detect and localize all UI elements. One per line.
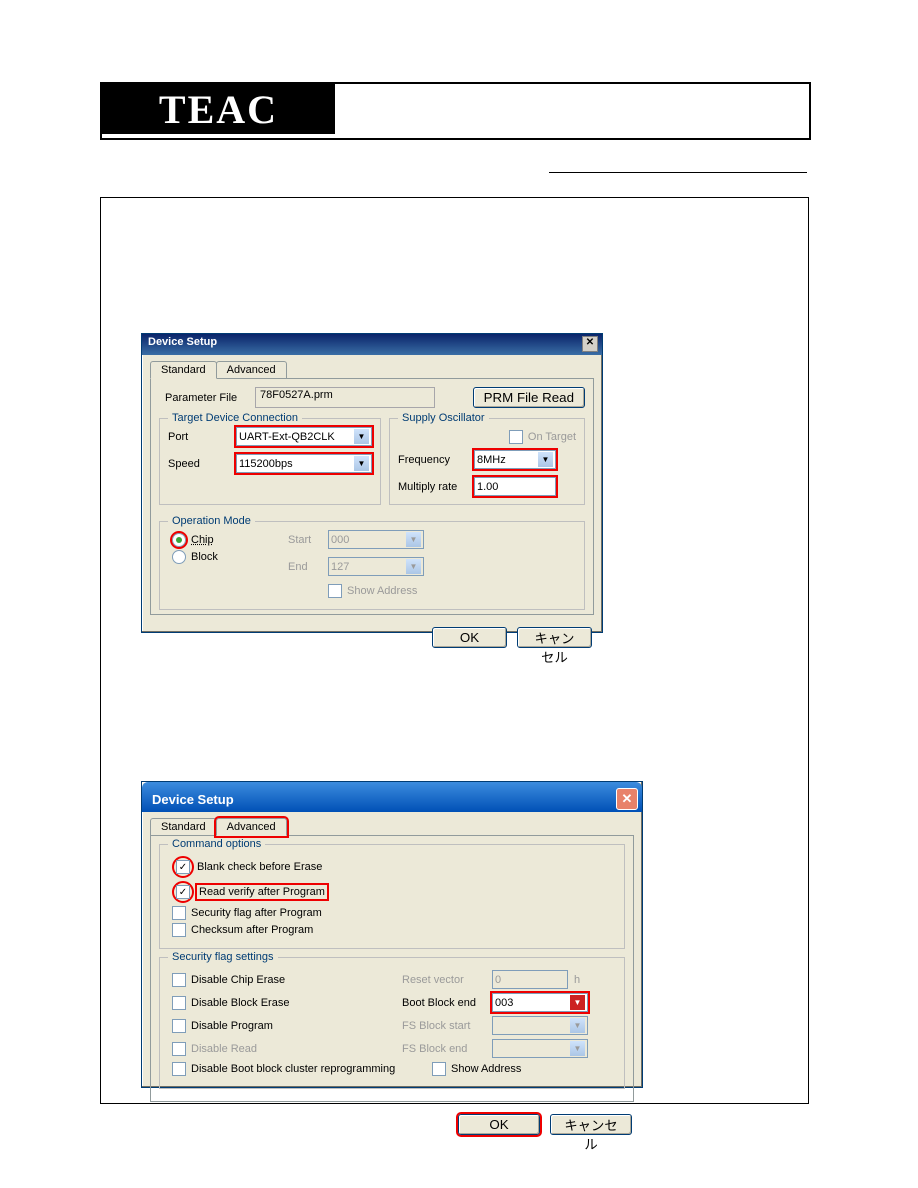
start-select: 000 ▼ <box>328 530 424 549</box>
chevron-down-icon: ▼ <box>406 532 421 547</box>
end-label: End <box>288 561 328 573</box>
port-select[interactable]: UART-Ext-QB2CLK ▼ <box>236 427 372 446</box>
show-address-checkbox <box>328 584 342 598</box>
port-value: UART-Ext-QB2CLK <box>239 431 335 443</box>
start-value: 000 <box>331 534 349 546</box>
frequency-value: 8MHz <box>477 454 506 466</box>
tab-advanced[interactable]: Advanced <box>216 361 287 378</box>
disable-boot-block-label: Disable Boot block cluster reprogramming <box>191 1063 395 1075</box>
chevron-down-icon: ▼ <box>406 559 421 574</box>
chevron-down-icon: ▼ <box>538 452 553 467</box>
tabstrip: Standard Advanced <box>150 818 642 835</box>
boot-block-end-label: Boot Block end <box>402 997 492 1009</box>
dialog-titlebar[interactable]: Device Setup ✕ <box>142 334 602 355</box>
block-label: Block <box>191 551 218 563</box>
page-header: TEAC <box>100 82 811 140</box>
end-select: 127 ▼ <box>328 557 424 576</box>
cancel-button[interactable]: キャンセル <box>517 627 592 648</box>
dialog-title: Device Setup <box>148 336 217 355</box>
ok-button[interactable]: OK <box>458 1114 540 1135</box>
reset-vector-label: Reset vector <box>402 974 492 986</box>
parameter-file-label: Parameter File <box>159 392 255 404</box>
blank-check-label: Blank check before Erase <box>197 861 322 873</box>
parameter-file-value: 78F0527A.prm <box>255 387 435 408</box>
disable-read-label: Disable Read <box>191 1043 257 1055</box>
target-device-group-title: Target Device Connection <box>168 412 302 424</box>
teac-logo: TEAC <box>102 84 335 134</box>
tab-advanced[interactable]: Advanced <box>216 818 287 836</box>
start-label: Start <box>288 534 328 546</box>
ok-button[interactable]: OK <box>432 627 507 648</box>
block-radio[interactable] <box>172 550 186 564</box>
operation-mode-group-title: Operation Mode <box>168 515 255 527</box>
cancel-button[interactable]: キャンセル <box>550 1114 632 1135</box>
close-icon[interactable]: ✕ <box>582 336 598 352</box>
tab-page: Parameter File 78F0527A.prm PRM File Rea… <box>150 378 594 615</box>
multiply-label: Multiply rate <box>398 481 474 493</box>
disable-block-erase-checkbox[interactable] <box>172 996 186 1010</box>
chevron-down-icon: ▼ <box>354 429 369 444</box>
tabstrip: Standard Advanced <box>150 361 602 378</box>
boot-block-end-select[interactable]: 003 ▼ <box>492 993 588 1012</box>
speed-value: 115200bps <box>239 458 293 470</box>
disable-boot-block-checkbox[interactable] <box>172 1062 186 1076</box>
security-flag-checkbox[interactable] <box>172 906 186 920</box>
fs-block-end-select: ▼ <box>492 1039 588 1058</box>
device-setup-dialog-advanced: Device Setup ✕ Standard Advanced Command… <box>141 781 643 1088</box>
multiply-rate-input[interactable]: 1.00 <box>474 477 556 496</box>
on-target-label: On Target <box>528 431 576 443</box>
checksum-checkbox[interactable] <box>172 923 186 937</box>
header-underline <box>549 172 807 173</box>
speed-label: Speed <box>168 458 236 470</box>
frequency-select[interactable]: 8MHz ▼ <box>474 450 556 469</box>
chip-label: Chip <box>191 534 214 546</box>
reset-vector-h: h <box>574 974 580 986</box>
reset-vector-input: 0 <box>492 970 568 989</box>
chevron-down-icon: ▼ <box>354 456 369 471</box>
disable-chip-erase-label: Disable Chip Erase <box>191 974 285 986</box>
disable-chip-erase-checkbox[interactable] <box>172 973 186 987</box>
disable-program-checkbox[interactable] <box>172 1019 186 1033</box>
chevron-down-icon: ▼ <box>570 995 585 1010</box>
chevron-down-icon: ▼ <box>570 1041 585 1056</box>
command-options-group-title: Command options <box>168 838 265 850</box>
tab-page: Command options ✓ Blank check before Era… <box>150 835 634 1102</box>
fs-block-start-select: ▼ <box>492 1016 588 1035</box>
port-label: Port <box>168 431 236 443</box>
tab-standard[interactable]: Standard <box>150 818 217 835</box>
chevron-down-icon: ▼ <box>570 1018 585 1033</box>
disable-program-label: Disable Program <box>191 1020 273 1032</box>
dialog-title: Device Setup <box>152 792 234 807</box>
security-flag-group-title: Security flag settings <box>168 951 278 963</box>
supply-oscillator-group-title: Supply Oscillator <box>398 412 489 424</box>
device-setup-dialog-standard: Device Setup ✕ Standard Advanced Paramet… <box>141 333 603 633</box>
speed-select[interactable]: 115200bps ▼ <box>236 454 372 473</box>
security-flag-label: Security flag after Program <box>191 907 322 919</box>
multiply-value: 1.00 <box>477 481 498 493</box>
dialog-titlebar[interactable]: Device Setup ✕ <box>142 782 642 812</box>
fs-block-start-label: FS Block start <box>402 1020 492 1032</box>
blank-check-checkbox[interactable]: ✓ <box>176 860 190 874</box>
disable-read-checkbox <box>172 1042 186 1056</box>
chip-radio[interactable] <box>172 533 186 547</box>
checksum-label: Checksum after Program <box>191 924 313 936</box>
show-address-label: Show Address <box>451 1063 521 1075</box>
on-target-checkbox <box>509 430 523 444</box>
fs-block-end-label: FS Block end <box>402 1043 492 1055</box>
show-address-checkbox[interactable] <box>432 1062 446 1076</box>
content-frame: Device Setup ✕ Standard Advanced Paramet… <box>100 197 809 1104</box>
tab-standard[interactable]: Standard <box>150 361 217 379</box>
boot-block-end-value: 003 <box>495 997 513 1009</box>
close-icon[interactable]: ✕ <box>616 788 638 810</box>
frequency-label: Frequency <box>398 454 474 466</box>
disable-block-erase-label: Disable Block Erase <box>191 997 289 1009</box>
read-verify-checkbox[interactable]: ✓ <box>176 885 190 899</box>
show-address-label: Show Address <box>347 585 417 597</box>
prm-file-read-button[interactable]: PRM File Read <box>473 387 585 408</box>
read-verify-label: Read verify after Program <box>197 885 327 899</box>
end-value: 127 <box>331 561 349 573</box>
